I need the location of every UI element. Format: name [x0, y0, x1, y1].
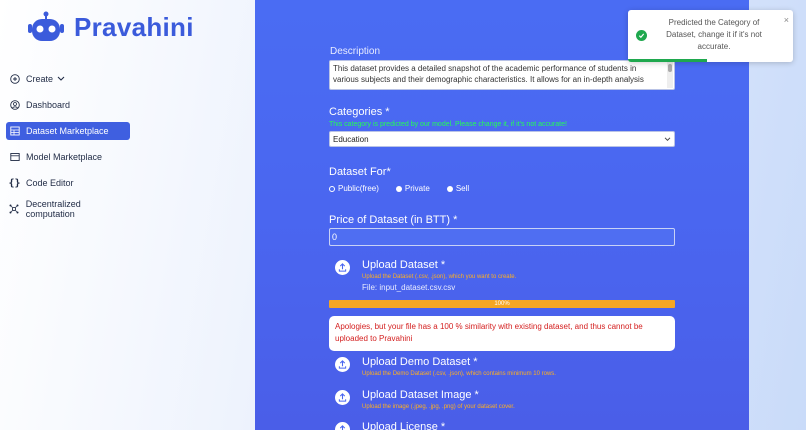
plus-circle-icon	[9, 74, 20, 85]
sidebar-nav: Create Dashboard Dataset Marketplace Mod…	[6, 70, 130, 226]
sidebar-item-label: Decentralized computation	[25, 199, 81, 219]
toast-progress-bar	[628, 59, 708, 62]
sidebar-item-label: Dataset Marketplace	[26, 126, 109, 136]
sidebar-item-label: Dashboard	[26, 100, 71, 110]
radio-label: Private	[404, 184, 430, 193]
upload-demo-dataset-section[interactable]: Upload Demo Dataset * Upload the Demo Da…	[335, 356, 556, 377]
uploaded-file-name: File: input_dataset.csv.csv	[362, 283, 456, 292]
sidebar-item-label: Model Marketplace	[26, 152, 103, 162]
sidebar-item-dashboard[interactable]: Dashboard	[6, 96, 130, 114]
table-icon	[9, 126, 20, 137]
category-select[interactable]: Education	[329, 131, 675, 147]
upload-dataset-title: Upload Dataset *	[362, 259, 446, 271]
network-icon	[9, 204, 20, 215]
user-circle-icon	[9, 100, 20, 111]
chevron-down-icon	[57, 74, 65, 84]
close-icon[interactable]: ×	[784, 15, 789, 25]
upload-license-title: Upload License *	[362, 421, 446, 430]
description-textarea[interactable]: This dataset provides a detailed snapsho…	[329, 60, 675, 90]
toast-message: Predicted the Category of Dataset, chang…	[666, 18, 762, 51]
sidebar-item-create[interactable]: Create	[6, 70, 130, 88]
upload-demo-hint: Upload the Demo Dataset (.csv, .json), w…	[362, 371, 556, 377]
sidebar-item-decentralized-computation[interactable]: Decentralized computation	[6, 199, 130, 219]
chevron-down-icon	[664, 135, 671, 144]
app-logo[interactable]: Pravahini	[26, 10, 194, 44]
radio-indicator	[446, 185, 453, 192]
sidebar-item-label: Code Editor	[26, 178, 74, 188]
sidebar-item-model-marketplace[interactable]: Model Marketplace	[6, 148, 130, 166]
radio-label: Sell	[455, 184, 470, 193]
robot-icon	[28, 11, 64, 41]
upload-icon	[335, 260, 350, 275]
price-label: Price of Dataset (in BTT) *	[329, 214, 458, 226]
description-text: This dataset provides a detailed snapsho…	[333, 64, 644, 84]
toast-notification: Predicted the Category of Dataset, chang…	[628, 10, 793, 62]
category-selected-value: Education	[333, 134, 369, 144]
radio-private[interactable]: Private	[395, 184, 430, 193]
radio-label: Public(free)	[338, 184, 379, 193]
check-circle-icon	[636, 30, 647, 41]
radio-public[interactable]: Public(free)	[329, 184, 379, 193]
upload-dataset-image-section[interactable]: Upload Dataset Image * Upload the image …	[335, 389, 515, 410]
categories-hint: This category is predicted by our model.…	[329, 121, 567, 128]
similarity-error-message: Apologies, but your file has a 100 % sim…	[329, 316, 675, 351]
upload-progress-bar: 100%	[329, 300, 675, 308]
progress-label: 100%	[494, 301, 510, 307]
upload-image-title: Upload Dataset Image *	[362, 389, 479, 401]
upload-dataset-section[interactable]: Upload Dataset * Upload the Dataset (.cs…	[335, 259, 516, 292]
categories-label: Categories *	[329, 106, 390, 118]
dataset-for-label: Dataset For*	[329, 166, 391, 178]
upload-dataset-hint: Upload the Dataset (.csv, .json), which …	[362, 274, 517, 280]
radio-sell[interactable]: Sell	[446, 184, 470, 193]
upload-icon	[335, 357, 350, 372]
progress-fill: 100%	[329, 300, 675, 308]
model-icon	[9, 152, 20, 163]
radio-selected-indicator	[329, 185, 335, 192]
upload-demo-title: Upload Demo Dataset *	[362, 356, 478, 368]
radio-indicator	[395, 185, 402, 192]
textarea-scrollbar[interactable]	[667, 62, 673, 88]
price-input[interactable]: 0	[329, 228, 675, 246]
upload-license-section[interactable]: Upload License *	[335, 421, 445, 430]
braces-icon: {}	[8, 177, 21, 189]
upload-image-hint: Upload the image (.jpeg, .jpg, .png) of …	[362, 404, 515, 410]
dataset-form-panel: Description This dataset provides a deta…	[255, 0, 749, 430]
upload-icon	[335, 390, 350, 405]
upload-icon	[335, 422, 350, 430]
sidebar-item-code-editor[interactable]: {} Code Editor	[6, 174, 130, 192]
app-name: Pravahini	[74, 11, 194, 42]
sidebar-item-dataset-marketplace[interactable]: Dataset Marketplace	[6, 122, 130, 140]
dataset-for-radio-group: Public(free) Private Sell	[329, 184, 486, 193]
description-label: Description	[330, 46, 381, 57]
sidebar-item-label: Create	[26, 74, 54, 84]
